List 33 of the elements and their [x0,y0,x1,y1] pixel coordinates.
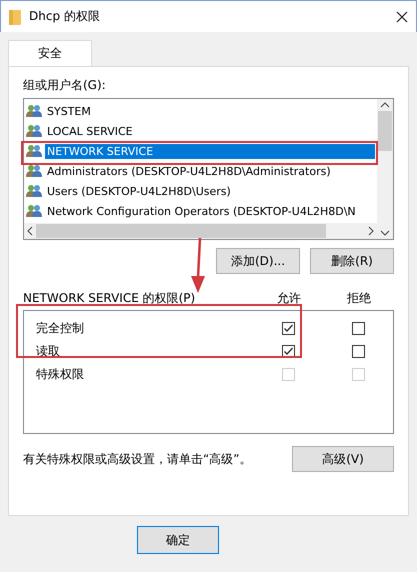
users-icon [26,204,42,218]
user-item[interactable]: Users (DESKTOP-U4L2H8D\Users) [26,181,375,201]
permissions-label: NETWORK SERVICE 的权限(P) [23,290,196,307]
horizontal-scrollbar[interactable] [24,223,377,239]
users-icon [26,184,42,198]
user-item[interactable]: SYSTEM [26,101,375,121]
ok-button[interactable]: 确定 [137,526,219,554]
tab[interactable]: 安全 [8,40,92,66]
users-icon [26,144,42,158]
advanced-button[interactable]: 高级(V) [292,446,394,472]
users-icon [26,104,42,118]
annotation-arrow [190,238,206,294]
permission-name: 完全控制 [36,320,85,337]
checkbox[interactable] [282,322,294,335]
users-icon [26,164,42,178]
checkbox[interactable] [352,322,364,335]
close-icon[interactable] [396,10,408,22]
user-item[interactable]: LOCAL SERVICE [26,121,375,141]
users-icon [26,124,42,138]
permission-name: 特殊权限 [36,366,85,383]
column-header: 允许 [276,290,302,307]
column-header: 拒绝 [346,290,372,307]
user-button[interactable]: 添加(D)... [216,248,300,274]
window-title: Dhcp 的权限 [29,8,101,25]
user-item[interactable]: Network Configuration Operators (DESKTOP-U4L2H8D\N [26,201,375,221]
user-item[interactable]: Administrators (DESKTOP-U4L2H8D\Administrators) [26,161,375,181]
advanced-hint: 有关特殊权限或高级设置，请单击“高级”。 [23,450,252,468]
group-label: 组或用户名(G): [23,77,107,94]
folder-icon [9,8,21,24]
user-button[interactable]: 删除(R) [310,248,394,274]
vertical-scrollbar[interactable] [377,99,393,239]
checkbox[interactable] [352,345,364,358]
permission-name: 读取 [36,343,61,360]
